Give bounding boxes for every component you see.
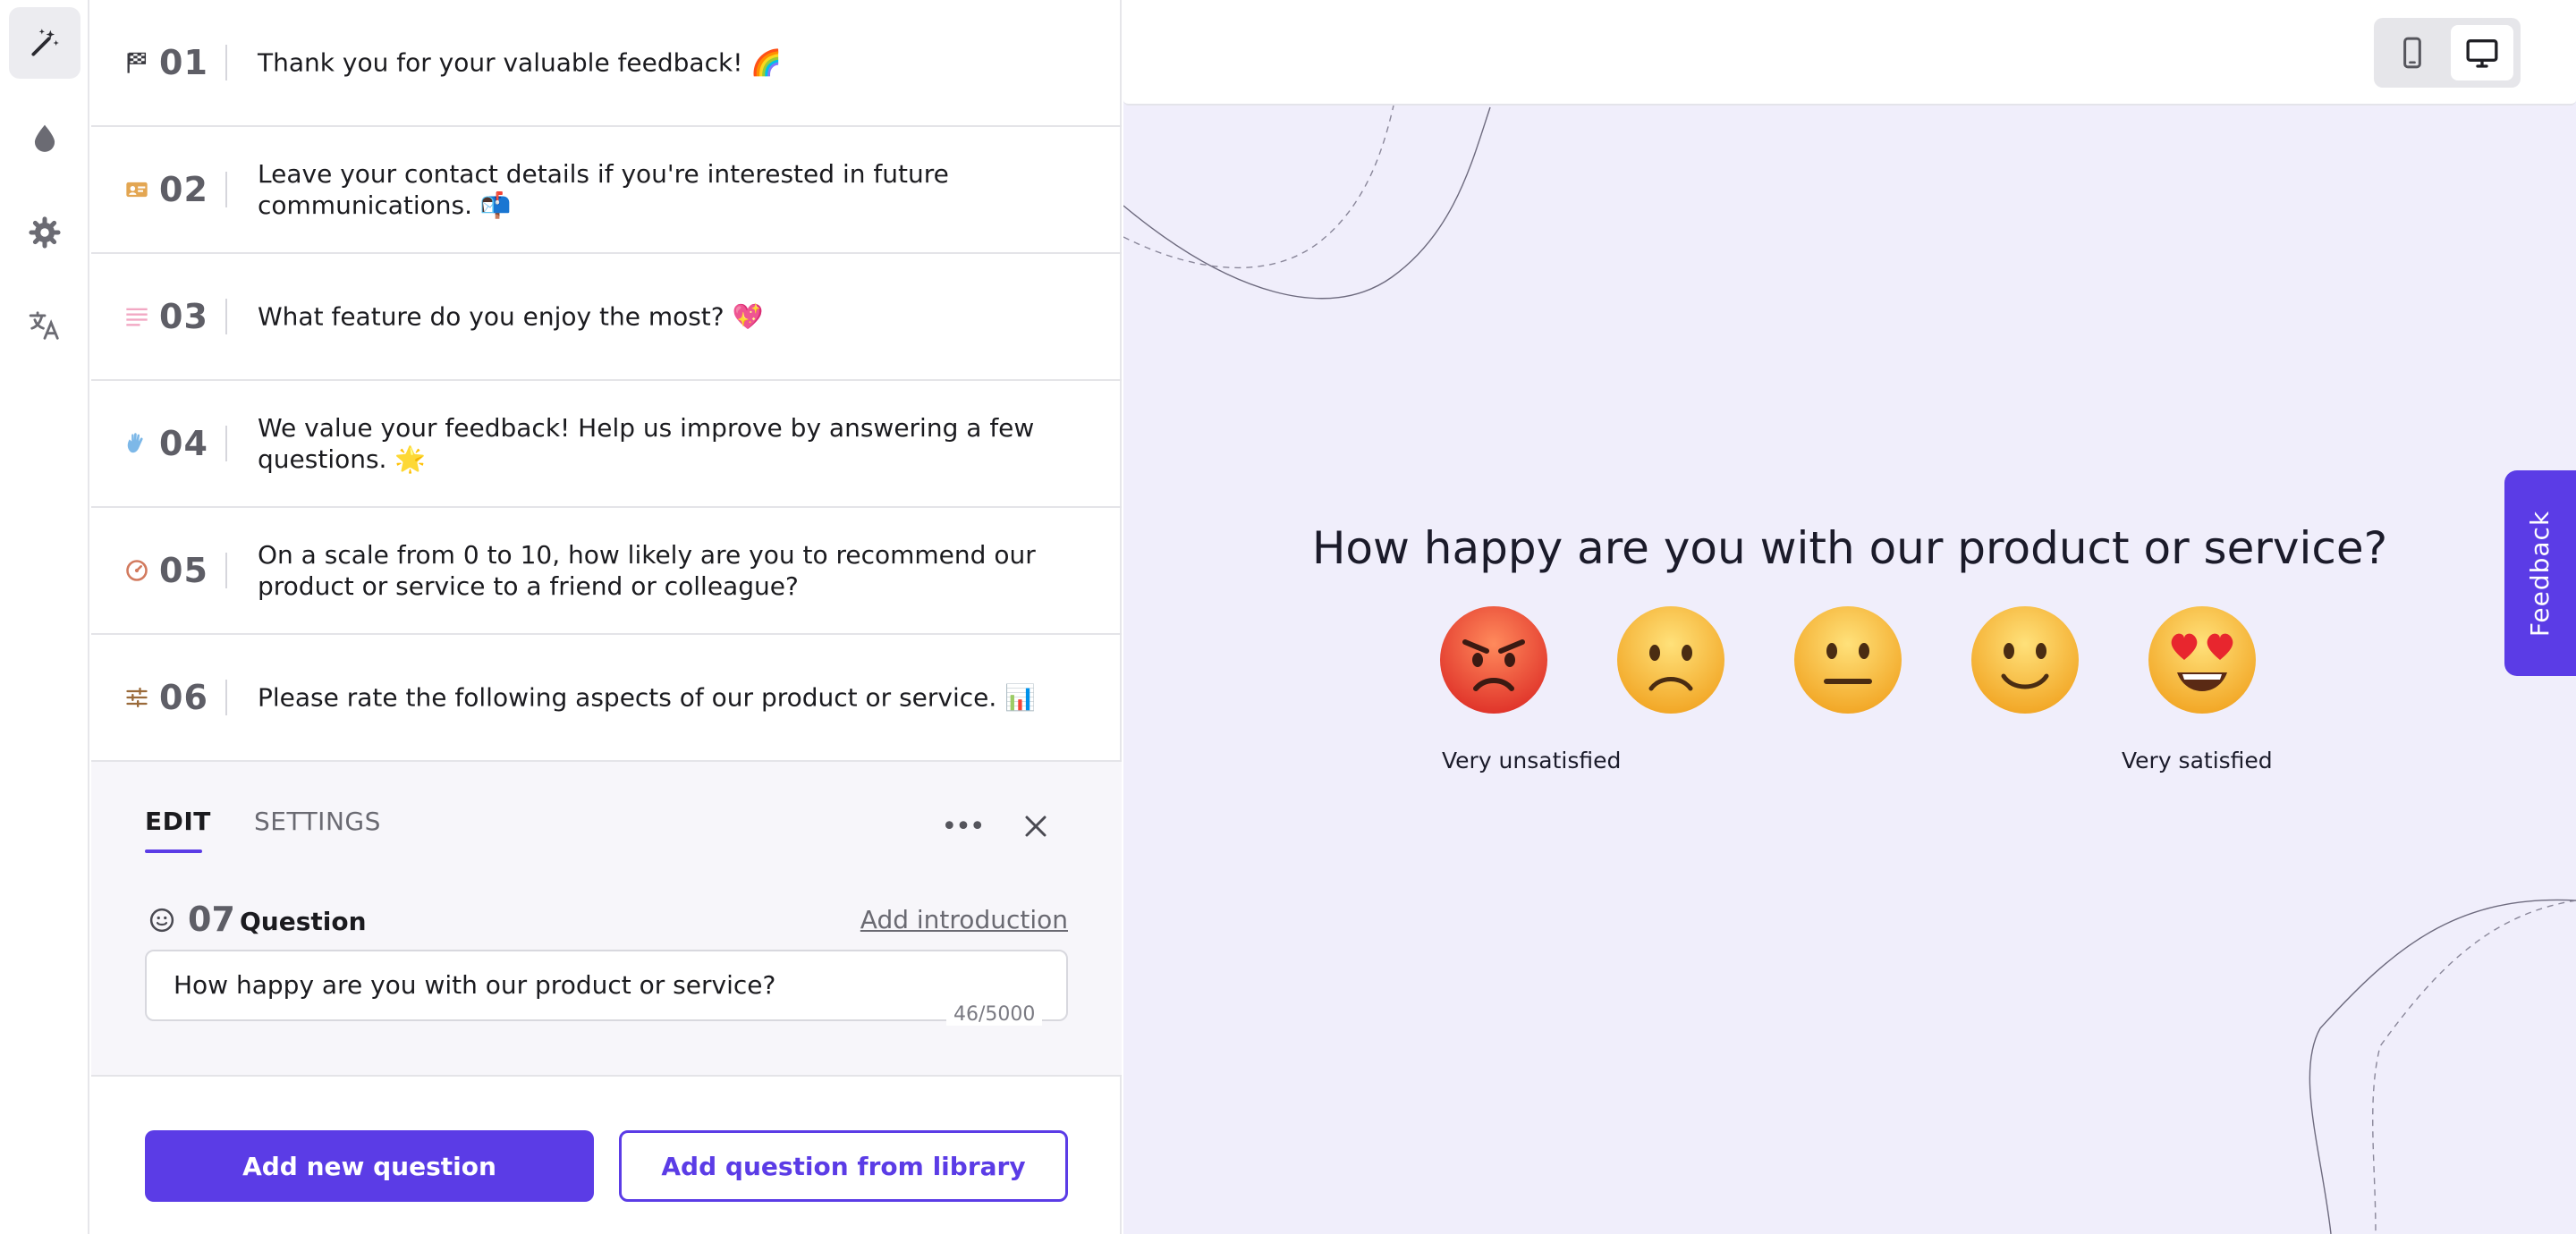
angry-face-icon[interactable] <box>1438 604 1549 715</box>
settings-button[interactable] <box>9 197 80 268</box>
divider <box>225 553 227 588</box>
question-number: 04 <box>159 424 208 463</box>
question-row-03[interactable]: 03 What feature do you enjoy the most? 💖 <box>91 254 1122 381</box>
add-new-question-button[interactable]: Add new question <box>145 1130 594 1202</box>
question-number: 01 <box>159 43 208 82</box>
question-row-05[interactable]: 05 On a scale from 0 to 10, how likely a… <box>91 508 1122 635</box>
question-number: 05 <box>159 551 208 590</box>
question-text: Please rate the following aspects of our… <box>258 682 1037 713</box>
question-field-label: Question <box>240 907 367 936</box>
magic-wand-icon <box>31 29 59 56</box>
add-question-from-library-button[interactable]: Add question from library <box>619 1130 1068 1202</box>
left-icon-rail <box>0 0 89 1234</box>
more-options-button[interactable]: ••• <box>941 808 985 844</box>
device-toggle <box>2374 18 2521 88</box>
question-number: 07 <box>188 900 235 939</box>
text-lines-icon <box>123 303 150 330</box>
phone-icon <box>2403 37 2421 69</box>
question-number: 03 <box>159 297 208 336</box>
question-row-06[interactable]: 06 Please rate the following aspects of … <box>91 635 1122 762</box>
droplet-icon <box>34 124 55 152</box>
question-text: What feature do you enjoy the most? 💖 <box>258 301 764 332</box>
question-row-04[interactable]: 04 We value your feedback! Help us impro… <box>91 381 1122 508</box>
monitor-icon <box>2466 39 2498 68</box>
heart-eyes-face-icon[interactable] <box>2147 604 2258 715</box>
add-introduction-link[interactable]: Add introduction <box>860 905 1068 934</box>
scale-low-label: Very unsatisfied <box>1442 748 1622 773</box>
character-counter: 46/5000 <box>946 1003 1043 1026</box>
scale-high-label: Very satisfied <box>2122 748 2273 773</box>
close-icon <box>1025 816 1046 837</box>
question-number: 06 <box>159 678 208 717</box>
waving-hand-icon <box>123 430 150 457</box>
question-text: Leave your contact details if you're int… <box>258 159 949 220</box>
question-number: 02 <box>159 170 208 209</box>
question-row-01[interactable]: 01 Thank you for your valuable feedback!… <box>91 0 1122 127</box>
feedback-tab-label: Feedback <box>2525 510 2555 637</box>
gear-icon <box>29 216 61 249</box>
question-text: Thank you for your valuable feedback! 🌈 <box>258 47 783 78</box>
contact-card-icon <box>123 176 150 203</box>
gauge-icon <box>123 557 150 584</box>
theme-button[interactable] <box>9 102 80 173</box>
smiling-face-icon[interactable] <box>1970 604 2080 715</box>
preview-question-title: How happy are you with our product or se… <box>1311 522 2388 574</box>
divider <box>225 426 227 461</box>
question-edit-card: EDIT SETTINGS ••• 07 Question Add introd… <box>91 762 1122 1077</box>
divider <box>225 172 227 207</box>
survey-preview: How happy are you with our product or se… <box>1123 0 2576 1234</box>
desktop-view-button[interactable] <box>2451 25 2513 80</box>
neutral-face-icon[interactable] <box>1792 604 1903 715</box>
frowning-face-icon[interactable] <box>1615 604 1726 715</box>
divider <box>225 45 227 80</box>
mobile-view-button[interactable] <box>2381 25 2444 80</box>
question-input[interactable]: How happy are you with our product or se… <box>145 950 1068 1021</box>
close-button[interactable] <box>1016 807 1055 846</box>
divider <box>225 680 227 715</box>
finish-flag-icon <box>123 49 150 76</box>
translate-icon <box>29 311 59 340</box>
divider <box>225 299 227 334</box>
sliders-icon <box>123 684 150 711</box>
question-row-02[interactable]: 02 Leave your contact details if you're … <box>91 127 1122 254</box>
tab-edit[interactable]: EDIT <box>145 807 211 836</box>
question-list-panel: 01 Thank you for your valuable feedback!… <box>91 0 1122 1234</box>
smiley-icon <box>149 908 174 933</box>
active-tab-indicator <box>145 849 202 853</box>
magic-wand-button[interactable] <box>9 7 80 79</box>
translate-button[interactable] <box>9 290 80 361</box>
question-text: We value your feedback! Help us improve … <box>258 413 1035 474</box>
feedback-tab-button[interactable]: Feedback <box>2504 470 2576 676</box>
question-text: On a scale from 0 to 10, how likely are … <box>258 540 1036 601</box>
tab-settings[interactable]: SETTINGS <box>254 807 381 836</box>
preview-toolbar <box>1123 0 2576 106</box>
emoji-rating-scale <box>1438 604 2261 715</box>
